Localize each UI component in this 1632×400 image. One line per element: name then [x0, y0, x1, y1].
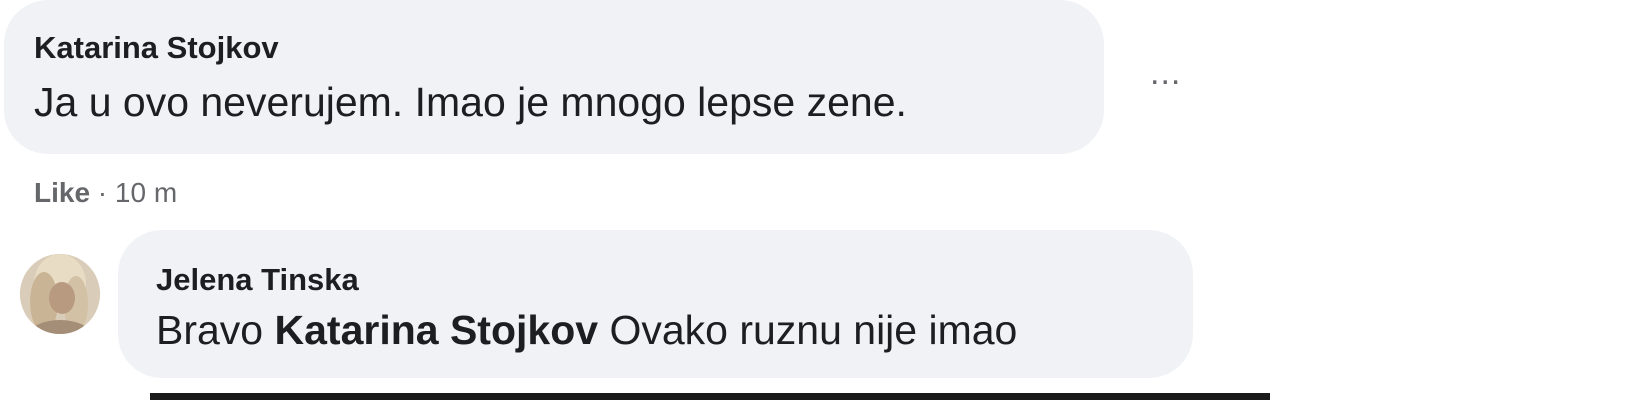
- comment-text: Ja u ovo neverujem. Imao je mnogo lepse …: [34, 79, 907, 125]
- reply-mention-link[interactable]: Katarina Stojkov: [275, 307, 599, 353]
- avatar-image: [20, 254, 100, 334]
- reply-text-before: Bravo: [156, 307, 275, 353]
- like-button[interactable]: Like: [34, 177, 90, 208]
- comment-meta: Like · 10 m: [34, 176, 177, 210]
- bottom-divider: [150, 393, 1270, 400]
- reply-bubble: Jelena Tinska Bravo Katarina Stojkov Ova…: [118, 230, 1193, 378]
- comment-thread: Katarina Stojkov Ja u ovo neverujem. Ima…: [0, 0, 1632, 400]
- comment-bubble: Katarina Stojkov Ja u ovo neverujem. Ima…: [4, 0, 1104, 154]
- avatar[interactable]: [20, 254, 100, 334]
- reply-text-after: Ovako ruznu nije imao: [598, 307, 1018, 353]
- meta-separator: ·: [90, 177, 115, 208]
- comment-author-name[interactable]: Katarina Stojkov: [34, 30, 1104, 66]
- more-options-icon[interactable]: ...: [1150, 56, 1181, 90]
- reply-author-name[interactable]: Jelena Tinska: [156, 262, 1193, 298]
- reply-text: Bravo Katarina Stojkov Ovako ruznu nije …: [156, 306, 1193, 354]
- comment-timestamp[interactable]: 10 m: [115, 177, 177, 208]
